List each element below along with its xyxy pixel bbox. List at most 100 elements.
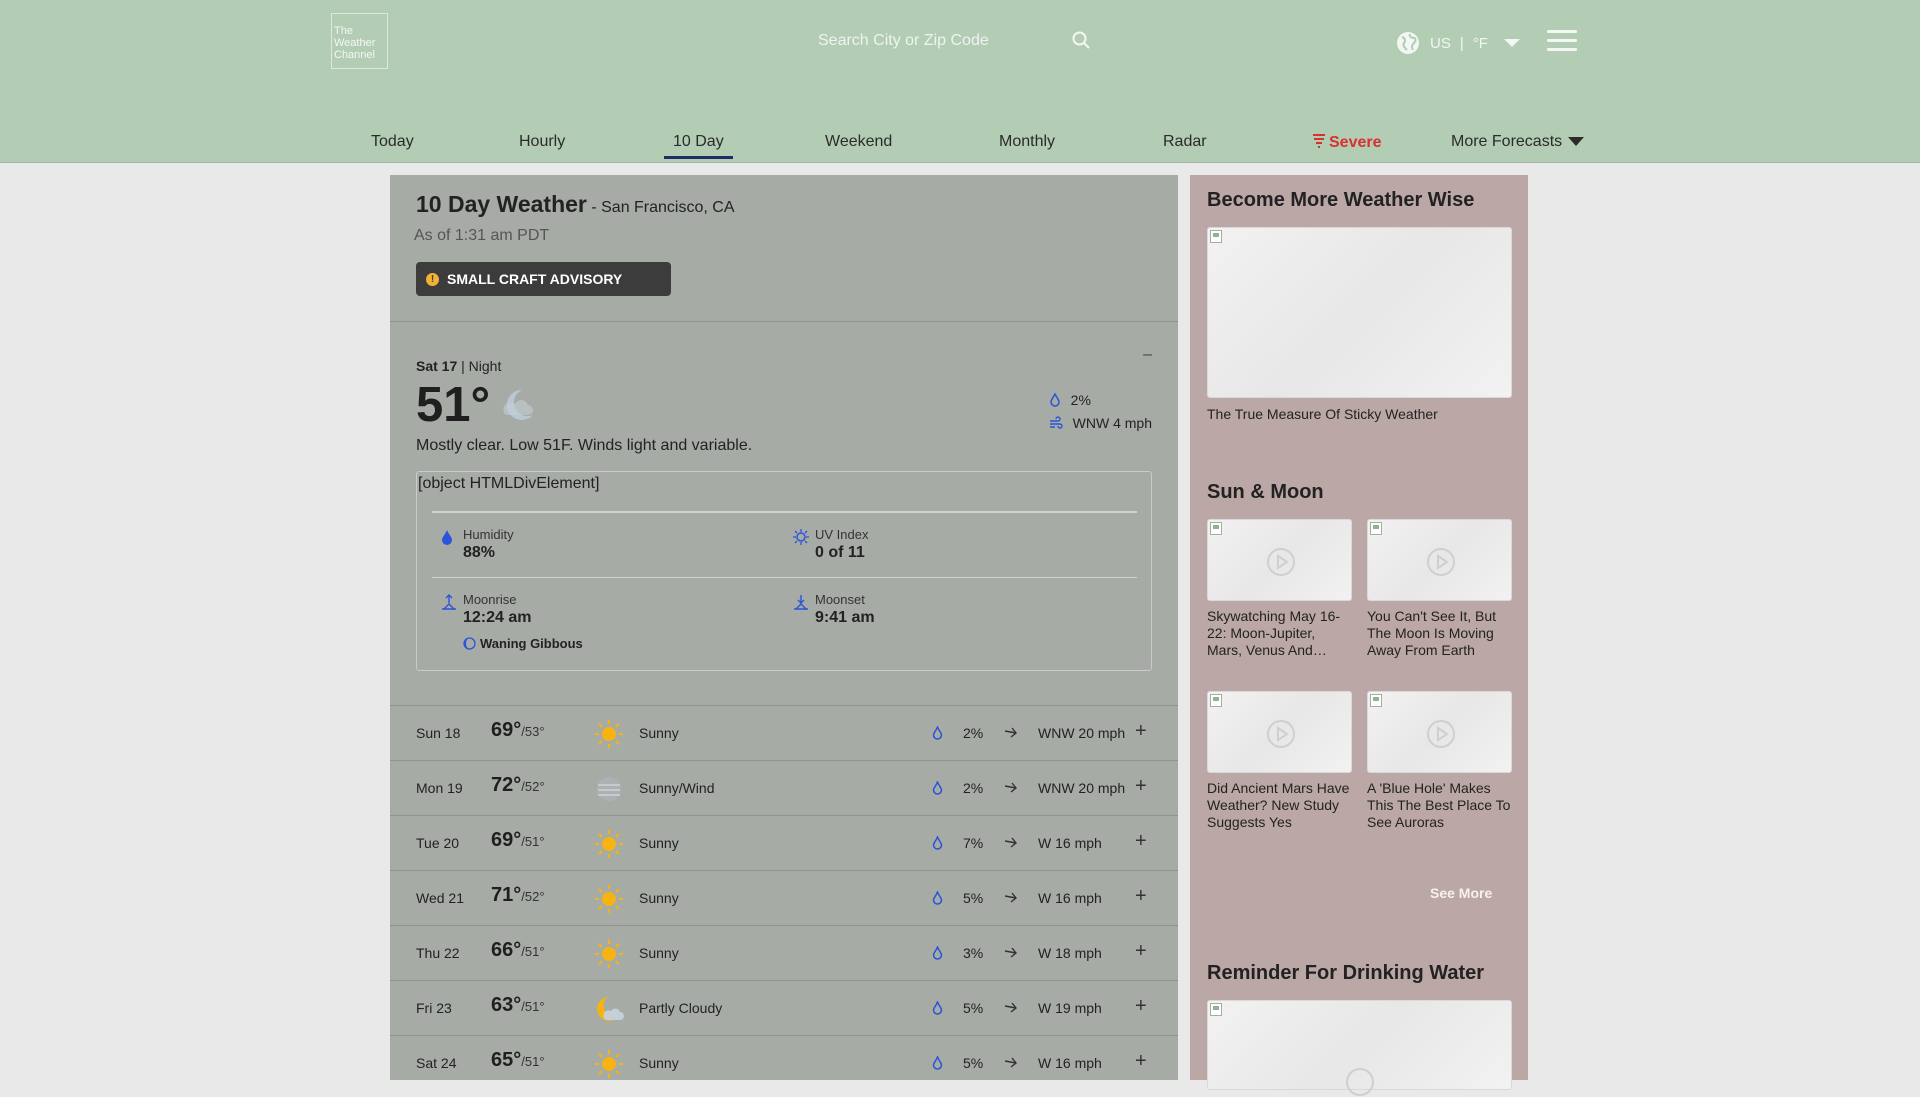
tab-weekend[interactable]: Weekend [825, 133, 892, 151]
detail-day-label: Sat 17 | Night [416, 358, 1152, 374]
locale-selector[interactable]: US | °F [1396, 30, 1520, 56]
daily-forecast-row[interactable]: Tue 20 69°/51° Sunny 7% W 16 mph + [390, 815, 1178, 871]
broken-image-icon [1210, 522, 1222, 535]
row-low: /52° [521, 889, 545, 904]
row-high: 72° [491, 774, 522, 796]
tab-severe[interactable]: Severe [1312, 133, 1382, 152]
wind-icon [1049, 415, 1063, 429]
small-craft-advisory-button[interactable]: ! SMALL CRAFT ADVISORY [416, 262, 671, 296]
video-thumbnail[interactable] [1367, 519, 1512, 601]
tab-hourly[interactable]: Hourly [519, 133, 565, 151]
row-wind: W 16 mph [1004, 1055, 1102, 1071]
row-condition: Sunny [639, 725, 679, 741]
row-day: Sun 18 [416, 725, 461, 741]
sun-moon-caption[interactable]: A 'Blue Hole' Makes This The Best Place … [1367, 780, 1512, 831]
sun-moon-caption[interactable]: Skywatching May 16-22: Moon-Jupiter, Mar… [1207, 608, 1352, 659]
wind-direction-icon [1004, 1057, 1028, 1069]
video-thumbnail[interactable] [1367, 691, 1512, 773]
expand-row-button[interactable]: + [1135, 1050, 1147, 1073]
row-condition: Sunny/Wind [639, 780, 715, 796]
broken-image-icon [1370, 522, 1382, 535]
raindrop-icon [932, 781, 953, 795]
broken-image-icon [1210, 230, 1222, 243]
row-wind: W 16 mph [1004, 835, 1102, 851]
row-precip: 2% [932, 725, 983, 741]
moonrise-stat: Moonrise 12:24 am [442, 592, 532, 627]
expand-row-button[interactable]: + [1135, 830, 1147, 853]
row-condition: Partly Cloudy [639, 1000, 723, 1016]
reminder-image[interactable] [1207, 1000, 1512, 1096]
row-low: /51° [521, 1054, 545, 1069]
tab-today[interactable]: Today [371, 133, 414, 151]
hamburger-menu-icon[interactable] [1547, 30, 1577, 52]
row-temps: 66°/51° [491, 939, 545, 962]
expand-row-button[interactable]: + [1135, 995, 1147, 1018]
wind-direction-icon [1004, 837, 1028, 849]
forecast-header: 10 Day Weather - San Francisco, CA As of… [390, 175, 1178, 322]
humidity-value: 88% [463, 544, 496, 561]
sunny-icon [594, 829, 624, 862]
raindrop-icon [932, 726, 953, 740]
play-icon [1346, 1068, 1374, 1096]
as-of-timestamp: As of 1:31 am PDT [414, 227, 550, 244]
see-more-link[interactable]: See More [1430, 885, 1492, 901]
row-day: Thu 22 [416, 945, 460, 961]
humidity-icon [442, 530, 452, 545]
row-low: /51° [521, 834, 545, 849]
moon-phase: Waning Gibbous [463, 636, 583, 651]
row-high: 63° [491, 994, 522, 1016]
humidity-stat: Humidity 88% [442, 527, 514, 562]
expand-row-button[interactable]: + [1135, 885, 1147, 908]
sunny-icon [594, 939, 624, 972]
row-precip: 5% [932, 1000, 983, 1016]
uv-index-icon [793, 529, 809, 545]
wind-direction-icon [1004, 892, 1028, 904]
weather-wise-caption[interactable]: The True Measure Of Sticky Weather [1207, 406, 1512, 423]
video-thumbnail[interactable] [1207, 519, 1352, 601]
expand-row-button[interactable]: + [1135, 775, 1147, 798]
weather-wise-image[interactable] [1207, 227, 1512, 398]
daily-forecast-row[interactable]: Sat 24 65°/51° Sunny 5% W 16 mph + [390, 1035, 1178, 1080]
row-wind: W 16 mph [1004, 890, 1102, 906]
expand-row-button[interactable]: + [1135, 720, 1147, 743]
uv-index-stat: UV Index 0 of 11 [793, 527, 868, 562]
weather-channel-logo[interactable]: The Weather Channel [331, 13, 388, 69]
wind-direction-icon [1004, 782, 1028, 794]
sunny-icon [594, 884, 624, 917]
daily-forecast-row[interactable]: Mon 19 72°/52° Sunny/Wind 2% WNW 20 mph + [390, 760, 1178, 816]
row-wind: WNW 20 mph [1004, 725, 1125, 741]
chevron-down-icon [1568, 137, 1585, 147]
chevron-down-icon [1503, 39, 1520, 47]
tab-monthly[interactable]: Monthly [999, 133, 1055, 151]
expand-row-button[interactable]: + [1135, 940, 1147, 963]
locale-country: US [1430, 34, 1451, 52]
mostly-clear-night-icon [502, 387, 536, 423]
tab-more-forecasts[interactable]: More Forecasts [1451, 133, 1585, 151]
sun-moon-caption[interactable]: You Can't See It, But The Moon Is Moving… [1367, 608, 1507, 659]
tab-radar[interactable]: Radar [1163, 133, 1207, 151]
uv-index-value: 0 of 11 [815, 544, 865, 561]
row-low: /51° [521, 999, 545, 1014]
wind-direction-icon [1004, 1002, 1028, 1014]
wind-direction-icon [1004, 947, 1028, 959]
moonset-value: 9:41 am [815, 609, 875, 626]
tab-10-day[interactable]: 10 Day [664, 133, 733, 159]
row-day: Fri 23 [416, 1000, 452, 1016]
partly-cloudy-icon [594, 994, 624, 1027]
daily-forecast-row[interactable]: Sun 18 69°/53° Sunny 2% WNW 20 mph + [390, 705, 1178, 761]
divider [432, 511, 1137, 513]
daily-forecast-row[interactable]: Wed 21 71°/52° Sunny 5% W 16 mph + [390, 870, 1178, 926]
row-day: Tue 20 [416, 835, 460, 851]
collapse-button[interactable]: – [1143, 346, 1152, 364]
daily-forecast-row[interactable]: Thu 22 66°/51° Sunny 3% W 18 mph + [390, 925, 1178, 981]
daily-forecast-row[interactable]: Fri 23 63°/51° Partly Cloudy 5% W 19 mph + [390, 980, 1178, 1036]
object-placeholder-text: [object HTMLDivElement] [418, 475, 600, 492]
search-icon[interactable] [1072, 31, 1090, 54]
sun-moon-caption[interactable]: Did Ancient Mars Have Weather? New Study… [1207, 780, 1357, 831]
detail-precip: 2% [1049, 388, 1152, 411]
row-precip: 7% [932, 835, 983, 851]
video-thumbnail[interactable] [1207, 691, 1352, 773]
row-high: 66° [491, 939, 522, 961]
search-input[interactable] [808, 24, 1058, 58]
play-icon [1267, 548, 1295, 576]
